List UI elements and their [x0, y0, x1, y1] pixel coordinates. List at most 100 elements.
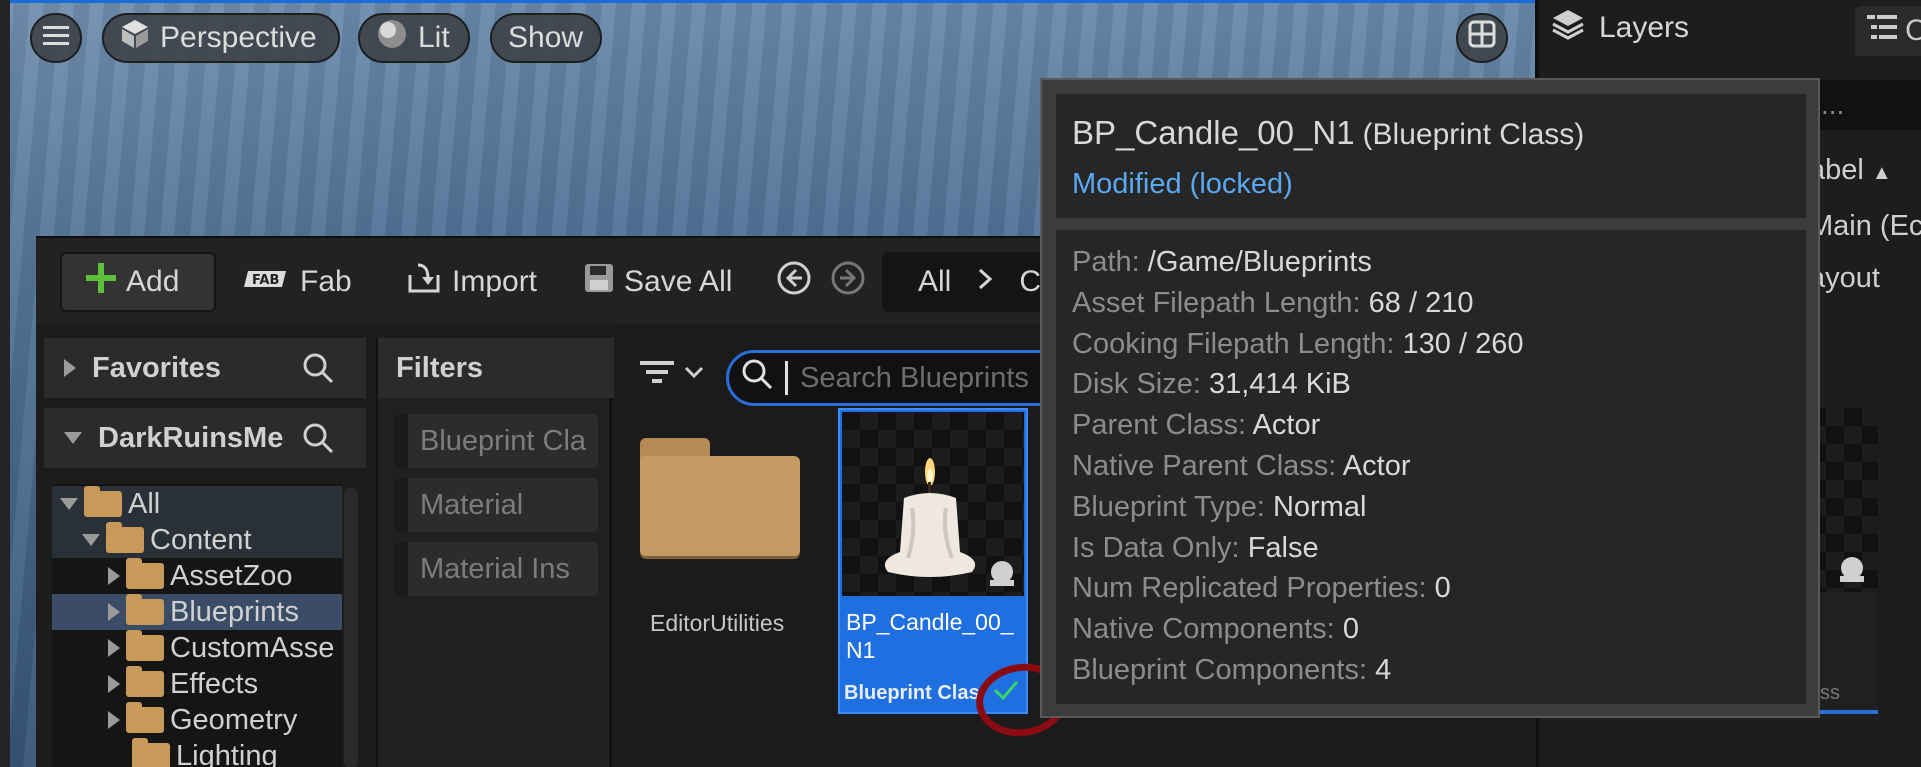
tooltip-value: 0: [1434, 572, 1451, 605]
tree-item-blueprints[interactable]: Blueprints: [52, 594, 342, 630]
filters-header: Filters: [378, 338, 614, 398]
folder-icon: [126, 558, 164, 589]
save-all-button[interactable]: Save All: [584, 252, 732, 312]
search-icon[interactable]: [302, 352, 334, 392]
collapse-arrow-icon: [82, 534, 100, 546]
tree-item-customassets[interactable]: CustomAsse: [52, 630, 334, 666]
layers-tab-label: Layers: [1599, 11, 1690, 44]
asset-tile-bp-candle[interactable]: BP_Candle_00_N1 Blueprint Clas: [838, 408, 1028, 714]
tooltip-title: BP_Candle_00_N1 (Blueprint Class): [1072, 114, 1790, 152]
tree-item-label: AssetZoo: [170, 559, 293, 592]
project-header[interactable]: DarkRuinsMe: [44, 408, 366, 468]
tooltip-value: Actor: [1342, 449, 1411, 482]
import-label: Import: [452, 265, 538, 298]
filter-icon: [640, 358, 674, 391]
tooltip-row: Parent Class: Actor: [1072, 405, 1790, 446]
tree-item-label: Content: [150, 523, 252, 556]
tooltip-row: Is Data Only: False: [1072, 528, 1790, 569]
favorites-label: Favorites: [92, 351, 221, 384]
fab-label: Fab: [300, 265, 352, 298]
tooltip-row: Native Components: 0: [1072, 609, 1790, 650]
fab-logo-icon: FAB: [244, 265, 290, 299]
tooltip-value: 4: [1375, 653, 1392, 686]
svg-text:FAB: FAB: [252, 273, 279, 288]
asset-tile-type: ss: [1820, 682, 1840, 704]
expand-arrow-icon: [108, 567, 120, 585]
tree-item-content[interactable]: Content: [52, 522, 342, 558]
tooltip-key: Num Replicated Properties:: [1072, 572, 1427, 605]
expand-arrow-icon: [108, 711, 120, 729]
collapse-arrow-icon: [60, 498, 78, 510]
asset-tile-type: Blueprint Clas: [844, 682, 980, 704]
breadcrumb-content[interactable]: C: [1019, 265, 1041, 299]
filters-panel: Filters Blueprint Cla Material Material …: [376, 338, 614, 767]
tooltip-key: Asset Filepath Length:: [1072, 286, 1361, 319]
folder-open-icon: [84, 486, 122, 517]
viewport-layout-button[interactable]: [1456, 13, 1508, 63]
tree-item-all[interactable]: All: [52, 486, 342, 522]
folder-open-icon: [106, 522, 144, 553]
outliner-tab[interactable]: C: [1855, 6, 1921, 56]
tooltip-row: Path: /Game/Blueprints: [1072, 242, 1790, 283]
show-label: Show: [508, 21, 584, 54]
folder-icon: [126, 666, 164, 697]
add-label: Add: [126, 265, 180, 298]
tooltip-key: Path:: [1072, 246, 1140, 278]
breadcrumb-chevron-icon[interactable]: [977, 265, 993, 299]
history-forward-button[interactable]: [830, 252, 866, 312]
tooltip-asset-class: (Blueprint Class): [1362, 118, 1585, 151]
hamburger-icon: [43, 21, 69, 55]
folder-tile-editorutilities[interactable]: [640, 438, 800, 558]
tree-item-label: All: [128, 487, 161, 520]
tree-item-assetzoo[interactable]: AssetZoo: [52, 558, 293, 594]
tooltip-value: 68 / 210: [1368, 286, 1474, 319]
tooltip-value: /Game/Blueprints: [1147, 246, 1372, 278]
outliner-icon: [1867, 13, 1897, 49]
tooltip-header: BP_Candle_00_N1 (Blueprint Class) Modifie…: [1056, 94, 1806, 218]
import-button[interactable]: Import: [406, 252, 537, 312]
viewport-menu-button[interactable]: [30, 13, 82, 63]
history-back-button[interactable]: [776, 252, 812, 312]
grid-icon: [1468, 20, 1496, 56]
editor-left-edge: [0, 0, 10, 767]
search-placeholder: Search Blueprints: [800, 361, 1029, 394]
favorites-header[interactable]: Favorites: [44, 338, 366, 398]
filter-material-instance[interactable]: Material Ins: [394, 542, 598, 596]
lit-button[interactable]: Lit: [358, 13, 470, 63]
filter-dropdown-button[interactable]: [640, 358, 704, 391]
tooltip-value: 31,414 KiB: [1208, 368, 1351, 401]
tree-scrollbar[interactable]: [344, 488, 358, 767]
outliner-label-header[interactable]: abel ▲: [1809, 154, 1892, 187]
tooltip-key: Blueprint Type:: [1072, 490, 1265, 523]
filter-blueprint-class[interactable]: Blueprint Cla: [394, 414, 598, 468]
expand-arrow-icon: [108, 639, 120, 657]
folder-icon: [126, 630, 164, 661]
tooltip-value: 130 / 260: [1402, 327, 1524, 360]
collapse-arrow-icon: [64, 432, 82, 444]
asset-tooltip: BP_Candle_00_N1 (Blueprint Class) Modifie…: [1040, 78, 1820, 718]
show-button[interactable]: Show: [490, 13, 602, 63]
tooltip-value: 0: [1342, 613, 1359, 646]
tooltip-key: Parent Class:: [1072, 409, 1247, 442]
breadcrumb-all[interactable]: All: [918, 265, 951, 299]
tree-item-lighting[interactable]: Lighting: [52, 738, 278, 767]
search-icon[interactable]: [302, 422, 334, 462]
project-label: DarkRuinsMe: [98, 421, 284, 454]
tree-item-label: Effects: [170, 667, 259, 700]
add-button[interactable]: Add: [60, 252, 216, 312]
tooltip-row: Asset Filepath Length: 68 / 210: [1072, 283, 1790, 324]
expand-arrow-icon: [108, 675, 120, 693]
perspective-button[interactable]: Perspective: [102, 13, 340, 63]
fab-button[interactable]: FAB Fab: [244, 252, 352, 312]
outliner-row[interactable]: Main (Ec: [1809, 210, 1921, 243]
tree-item-geometry[interactable]: Geometry: [52, 702, 297, 738]
tree-item-effects[interactable]: Effects: [52, 666, 258, 702]
asset-search-input[interactable]: Search Blueprints: [726, 350, 1066, 406]
tooltip-value: Actor: [1252, 409, 1321, 442]
folder-icon: [126, 594, 164, 625]
folder-icon: [126, 702, 164, 733]
filter-material[interactable]: Material: [394, 478, 598, 532]
lit-label: Lit: [418, 21, 450, 54]
tooltip-key: Native Parent Class:: [1072, 449, 1337, 482]
layers-tab[interactable]: Layers: [1551, 0, 1689, 56]
